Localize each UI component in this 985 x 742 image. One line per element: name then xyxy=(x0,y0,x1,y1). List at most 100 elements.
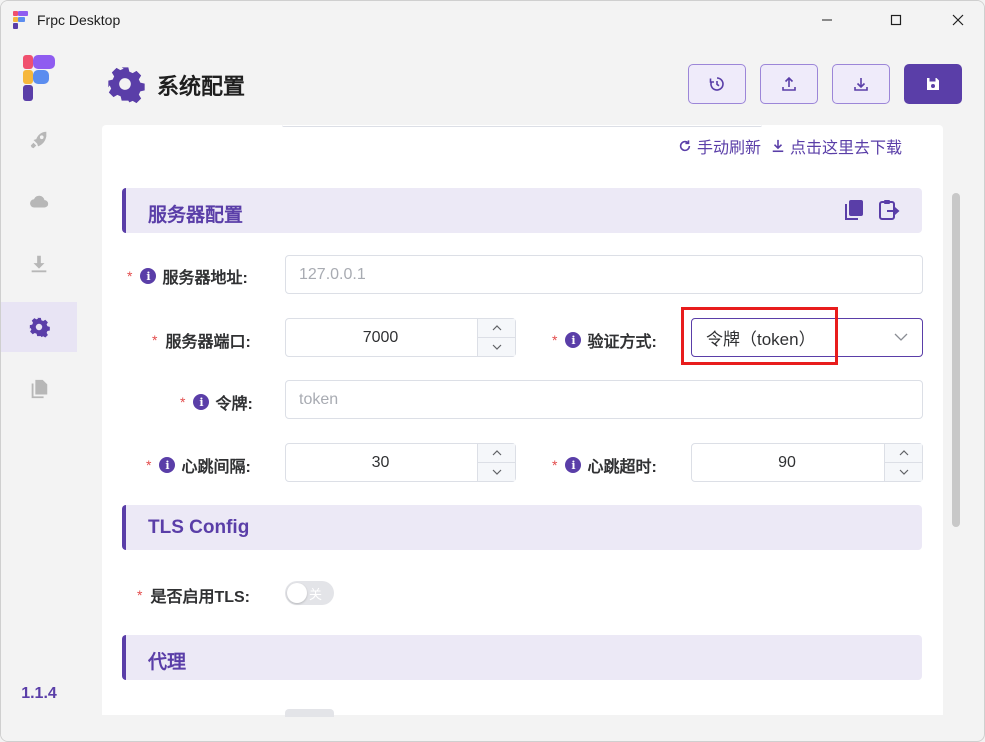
server-port-label: * 服务器端口: xyxy=(152,328,251,352)
required-mark: * xyxy=(127,268,133,284)
stepper-controls xyxy=(477,444,515,481)
section-title: 代理 xyxy=(148,652,187,673)
sidebar-item-cloud[interactable] xyxy=(1,177,77,227)
heartbeat-timeout-label: * i 心跳超时: xyxy=(552,453,657,477)
title-bar: Frpc Desktop xyxy=(1,1,984,39)
sidebar-item-documents[interactable] xyxy=(1,364,77,414)
card-top-divider xyxy=(282,125,762,127)
close-button[interactable] xyxy=(935,1,981,39)
section-title: TLS Config xyxy=(148,517,250,538)
chevron-up-icon xyxy=(492,449,501,456)
minimize-button[interactable] xyxy=(804,1,850,39)
toggle-state-text: 关 xyxy=(309,587,323,602)
refresh-icon xyxy=(679,140,691,152)
required-mark: * xyxy=(552,332,558,348)
heartbeat-interval-label-text: 心跳间隔: xyxy=(181,459,251,476)
server-addr-placeholder: 127.0.0.1 xyxy=(299,265,366,283)
info-icon[interactable]: i xyxy=(140,268,157,284)
history-icon xyxy=(709,77,724,91)
server-addr-label: * i 服务器地址: xyxy=(127,264,248,288)
increment-button[interactable] xyxy=(885,444,922,463)
auth-method-label: * i 验证方式: xyxy=(552,328,657,352)
download-icon xyxy=(31,255,47,273)
heartbeat-interval-label: * i 心跳间隔: xyxy=(146,453,251,477)
stepper-controls xyxy=(477,319,515,356)
required-mark: * xyxy=(146,457,152,473)
chevron-down-icon xyxy=(492,469,501,475)
sidebar-item-download[interactable] xyxy=(1,239,77,289)
top-links: 手动刷新 点击这里去下载 xyxy=(678,134,902,158)
heartbeat-timeout-value[interactable]: 90 xyxy=(692,444,882,481)
decrement-button[interactable] xyxy=(885,463,922,482)
info-icon[interactable]: i xyxy=(193,394,210,410)
refresh-link-label: 手动刷新 xyxy=(697,140,762,157)
app-version: 1.1.4 xyxy=(21,685,57,702)
proxy-toggle-partial[interactable] xyxy=(285,709,334,717)
download-icon xyxy=(772,139,784,153)
info-icon[interactable]: i xyxy=(565,457,582,473)
decrement-button[interactable] xyxy=(478,463,515,482)
history-button[interactable] xyxy=(688,64,746,104)
download-link[interactable]: 点击这里去下载 xyxy=(771,134,902,158)
server-port-value[interactable]: 7000 xyxy=(286,319,475,356)
server-port-label-text: 服务器端口: xyxy=(165,334,251,351)
copy-icon[interactable] xyxy=(844,199,864,221)
token-label: * i 令牌: xyxy=(180,390,253,414)
upload-icon xyxy=(782,76,796,91)
info-icon[interactable]: i xyxy=(565,332,582,348)
required-mark: * xyxy=(137,587,143,603)
heartbeat-interval-value[interactable]: 30 xyxy=(286,444,475,481)
upload-button[interactable] xyxy=(760,64,818,104)
page-title: 系统配置 xyxy=(157,74,246,99)
required-mark: * xyxy=(152,332,158,348)
sidebar-item-settings[interactable] xyxy=(1,302,77,352)
settings-header-icon xyxy=(108,67,145,104)
highlight-box xyxy=(681,307,838,365)
rocket-icon xyxy=(30,131,47,149)
app-window: Frpc Desktop 1.1.4 系统配置 手动刷新 点击这里去下载 服务器… xyxy=(0,0,985,742)
heartbeat-interval-stepper[interactable]: 30 xyxy=(285,443,516,482)
required-mark: * xyxy=(180,394,186,410)
paste-icon[interactable] xyxy=(878,199,900,221)
scrollbar-thumb[interactable] xyxy=(952,193,960,527)
sidebar-item-rocket[interactable] xyxy=(1,115,77,165)
stepper-controls xyxy=(884,444,922,481)
increment-button[interactable] xyxy=(478,319,515,338)
auth-method-label-text: 验证方式: xyxy=(587,334,657,351)
server-addr-input[interactable]: 127.0.0.1 xyxy=(285,255,923,294)
app-logo xyxy=(23,55,55,101)
increment-button[interactable] xyxy=(478,444,515,463)
token-input[interactable]: token xyxy=(285,380,923,419)
maximize-button[interactable] xyxy=(873,1,919,39)
heartbeat-timeout-stepper[interactable]: 90 xyxy=(691,443,923,482)
enable-tls-toggle[interactable]: 关 xyxy=(285,581,334,605)
chevron-down-icon xyxy=(899,469,908,475)
enable-tls-label-text: 是否启用TLS: xyxy=(150,589,251,606)
section-tls-config: TLS Config xyxy=(122,505,922,550)
token-label-text: 令牌: xyxy=(215,396,253,413)
section-proxy: 代理 xyxy=(122,635,922,680)
window-title: Frpc Desktop xyxy=(37,12,121,28)
toggle-knob xyxy=(287,583,307,603)
save-button[interactable] xyxy=(904,64,962,104)
download-config-button[interactable] xyxy=(832,64,890,104)
token-placeholder: token xyxy=(299,390,339,408)
cloud-icon xyxy=(30,195,49,208)
section-title: 服务器配置 xyxy=(148,205,244,226)
enable-tls-label: * 是否启用TLS: xyxy=(137,583,250,607)
section-server-config: 服务器配置 xyxy=(122,188,922,233)
section-tools xyxy=(844,199,900,221)
download-icon xyxy=(854,78,868,91)
chevron-down-icon xyxy=(894,333,908,341)
chevron-up-icon xyxy=(899,449,908,456)
chevron-up-icon xyxy=(492,324,501,331)
gear-icon xyxy=(29,317,50,338)
server-port-stepper[interactable]: 7000 xyxy=(285,318,516,357)
sidebar: 1.1.4 xyxy=(1,39,77,741)
document-icon xyxy=(31,379,48,399)
decrement-button[interactable] xyxy=(478,338,515,357)
app-logo-icon xyxy=(13,11,28,29)
info-icon[interactable]: i xyxy=(159,457,176,473)
save-icon xyxy=(927,78,939,90)
refresh-link[interactable]: 手动刷新 xyxy=(678,134,761,158)
